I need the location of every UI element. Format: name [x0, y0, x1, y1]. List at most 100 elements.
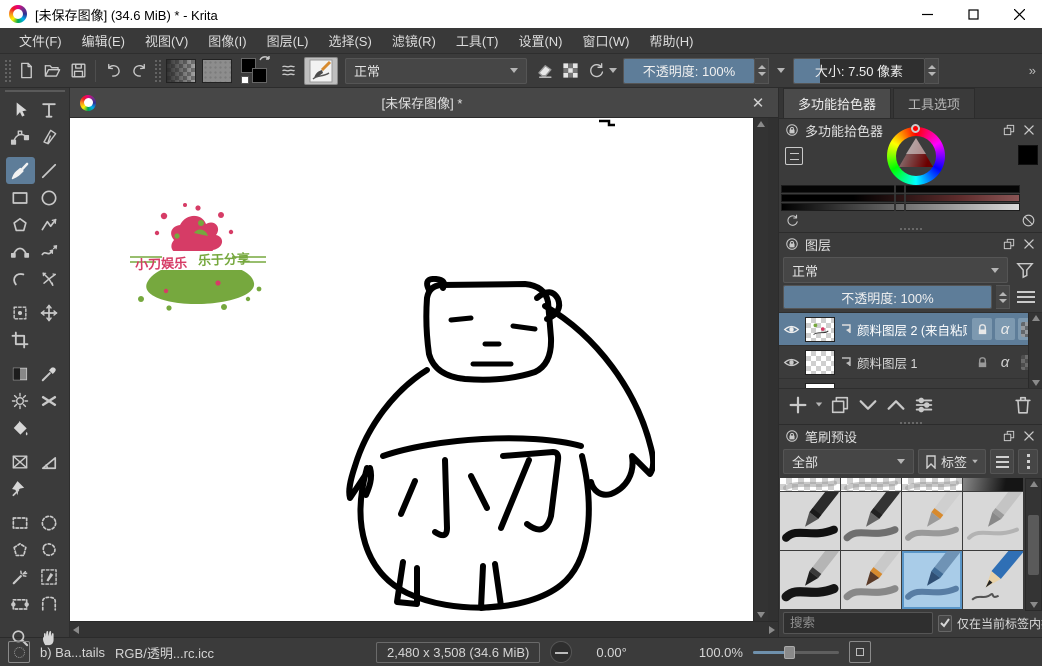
eraser-mode-button[interactable] [531, 58, 557, 84]
close-docker-icon[interactable] [1022, 123, 1036, 137]
close-button[interactable] [996, 0, 1042, 28]
color-selector-settings-button[interactable] [785, 147, 803, 165]
color-history-strip[interactable] [781, 185, 1020, 193]
document-close-icon[interactable]: ✕ [748, 94, 768, 112]
tool-smart-patch[interactable] [35, 387, 64, 414]
shade-strip-gray[interactable] [781, 203, 1020, 211]
tool-crop[interactable] [6, 326, 35, 353]
tool-select-magnetic[interactable] [35, 590, 64, 617]
layer-onion-icon[interactable] [840, 356, 852, 368]
canvas[interactable]: 小刀娱乐 乐于分享 [70, 118, 753, 621]
add-layer-dropdown-icon[interactable] [816, 403, 822, 407]
tool-reference-images[interactable] [6, 475, 35, 502]
tool-pattern-edit[interactable] [6, 387, 35, 414]
layer-visible-icon[interactable] [783, 321, 800, 338]
layer-opacity-slider[interactable]: 不透明度: 100% [783, 285, 992, 309]
brush-preset-ink-pen-precise[interactable] [963, 492, 1023, 550]
menu-item-9[interactable]: 设置(N) [509, 28, 571, 53]
undo-button[interactable] [100, 58, 126, 84]
duplicate-layer-button[interactable] [829, 394, 851, 416]
canvas-rotation-icon[interactable] [550, 641, 572, 663]
scroll-up-icon[interactable] [1030, 481, 1038, 487]
fit-to-view-button[interactable] [849, 641, 871, 663]
opacity-slider[interactable]: 不透明度: 100% [623, 58, 755, 84]
tool-select-bezier[interactable] [35, 563, 64, 590]
hue-indicator[interactable] [911, 124, 920, 133]
brush-preset-paint-brush-blender[interactable] [841, 551, 901, 609]
pattern-chooser[interactable] [202, 59, 232, 83]
maximize-button[interactable] [950, 0, 996, 28]
shade-strip-red[interactable] [781, 194, 1020, 202]
layer-alpha-lock[interactable]: α [995, 351, 1015, 373]
layer-filter-icon[interactable] [1012, 258, 1038, 282]
tool-ellipse[interactable] [35, 184, 64, 211]
default-colors-swatch[interactable] [241, 76, 249, 84]
zoom-slider[interactable] [753, 645, 839, 659]
preserve-alpha-button[interactable] [557, 58, 583, 84]
menu-item-11[interactable]: 帮助(H) [640, 28, 702, 53]
layer-visible-icon[interactable] [783, 387, 800, 389]
tool-text[interactable] [35, 96, 64, 123]
tool-edit-shapes[interactable] [6, 123, 35, 150]
layer-lock-icon[interactable] [972, 351, 992, 373]
tool-select-rect[interactable] [6, 509, 35, 536]
tool-assistants[interactable] [6, 448, 35, 475]
redo-button[interactable] [126, 58, 152, 84]
toolbar-overflow-button[interactable]: » [1025, 63, 1040, 78]
tool-select-similar[interactable] [6, 563, 35, 590]
tool-select-polygon[interactable] [6, 536, 35, 563]
scroll-up-icon[interactable] [757, 121, 765, 127]
brush-tag-filter-dropdown[interactable]: 全部 [783, 449, 914, 474]
chevron-down-icon[interactable] [609, 68, 617, 73]
layer-alpha-lock[interactable]: α [995, 384, 1015, 388]
move-layer-up-button[interactable] [885, 394, 907, 416]
close-docker-icon[interactable] [1022, 429, 1036, 443]
brush-preset-airbrush-dark[interactable] [963, 478, 1023, 491]
tool-fill[interactable] [6, 414, 35, 441]
brush-preset-airbrush-linear[interactable] [841, 478, 901, 491]
tool-calligraphy[interactable] [35, 123, 64, 150]
chevron-down-icon[interactable] [777, 68, 785, 73]
canvas-horizontal-scrollbar[interactable] [70, 621, 778, 637]
menu-item-2[interactable]: 编辑(E) [73, 28, 134, 53]
layer-row-paint-layer-2[interactable]: 颜料图层 2 (来自粘贴) α [779, 313, 1042, 346]
brush-preset-ink-pen-brush[interactable] [841, 492, 901, 550]
brush-preset-ink-pen-rough[interactable] [780, 492, 840, 550]
search-in-tag-checkbox[interactable] [938, 615, 952, 632]
brush-size-slider[interactable]: 大小: 7.50 像素 [793, 58, 925, 84]
layer-alpha-lock[interactable]: α [995, 318, 1015, 340]
opacity-spinner[interactable] [755, 58, 769, 84]
status-brush-name[interactable]: b) Ba...tails [40, 645, 105, 660]
menu-item-3[interactable]: 视图(V) [136, 28, 197, 53]
delete-layer-button[interactable] [1012, 394, 1034, 416]
toolbar-drag-handle[interactable] [4, 59, 11, 83]
edit-brush-settings-button[interactable] [304, 57, 338, 85]
tool-rectangle[interactable] [6, 184, 35, 211]
docker-lock-icon[interactable] [785, 429, 799, 443]
reload-preset-button[interactable] [583, 58, 609, 84]
layer-opacity-spinner[interactable] [996, 285, 1010, 309]
add-layer-button[interactable] [787, 394, 809, 416]
float-docker-icon[interactable] [1002, 123, 1016, 137]
background-color-swatch[interactable] [252, 68, 267, 83]
tab-advanced-color-selector[interactable]: 多功能拾色器 [783, 88, 891, 118]
tool-polyline[interactable] [35, 211, 64, 238]
tool-polygon[interactable] [6, 211, 35, 238]
move-layer-down-button[interactable] [857, 394, 879, 416]
color-wheel[interactable] [887, 127, 945, 185]
presets-menu-button[interactable] [990, 449, 1014, 474]
gradient-chooser[interactable] [166, 59, 196, 83]
menu-item-1[interactable]: 文件(F) [10, 28, 71, 53]
foreground-background-colors[interactable] [239, 57, 271, 85]
tool-measure[interactable] [35, 448, 64, 475]
tool-freehand-brush[interactable] [6, 157, 35, 184]
scrollbar-thumb[interactable] [1028, 515, 1039, 575]
toolbox-drag-handle[interactable] [5, 90, 65, 92]
layer-row-background[interactable]: 背景 α [779, 379, 1042, 388]
brush-preset-airbrush-soft[interactable] [780, 478, 840, 491]
toolbar-drag-handle[interactable] [154, 59, 161, 83]
scroll-right-icon[interactable] [769, 626, 775, 634]
brush-search-input[interactable] [783, 612, 933, 634]
tool-dynamic-brush[interactable] [6, 265, 35, 292]
tool-move[interactable] [35, 299, 64, 326]
